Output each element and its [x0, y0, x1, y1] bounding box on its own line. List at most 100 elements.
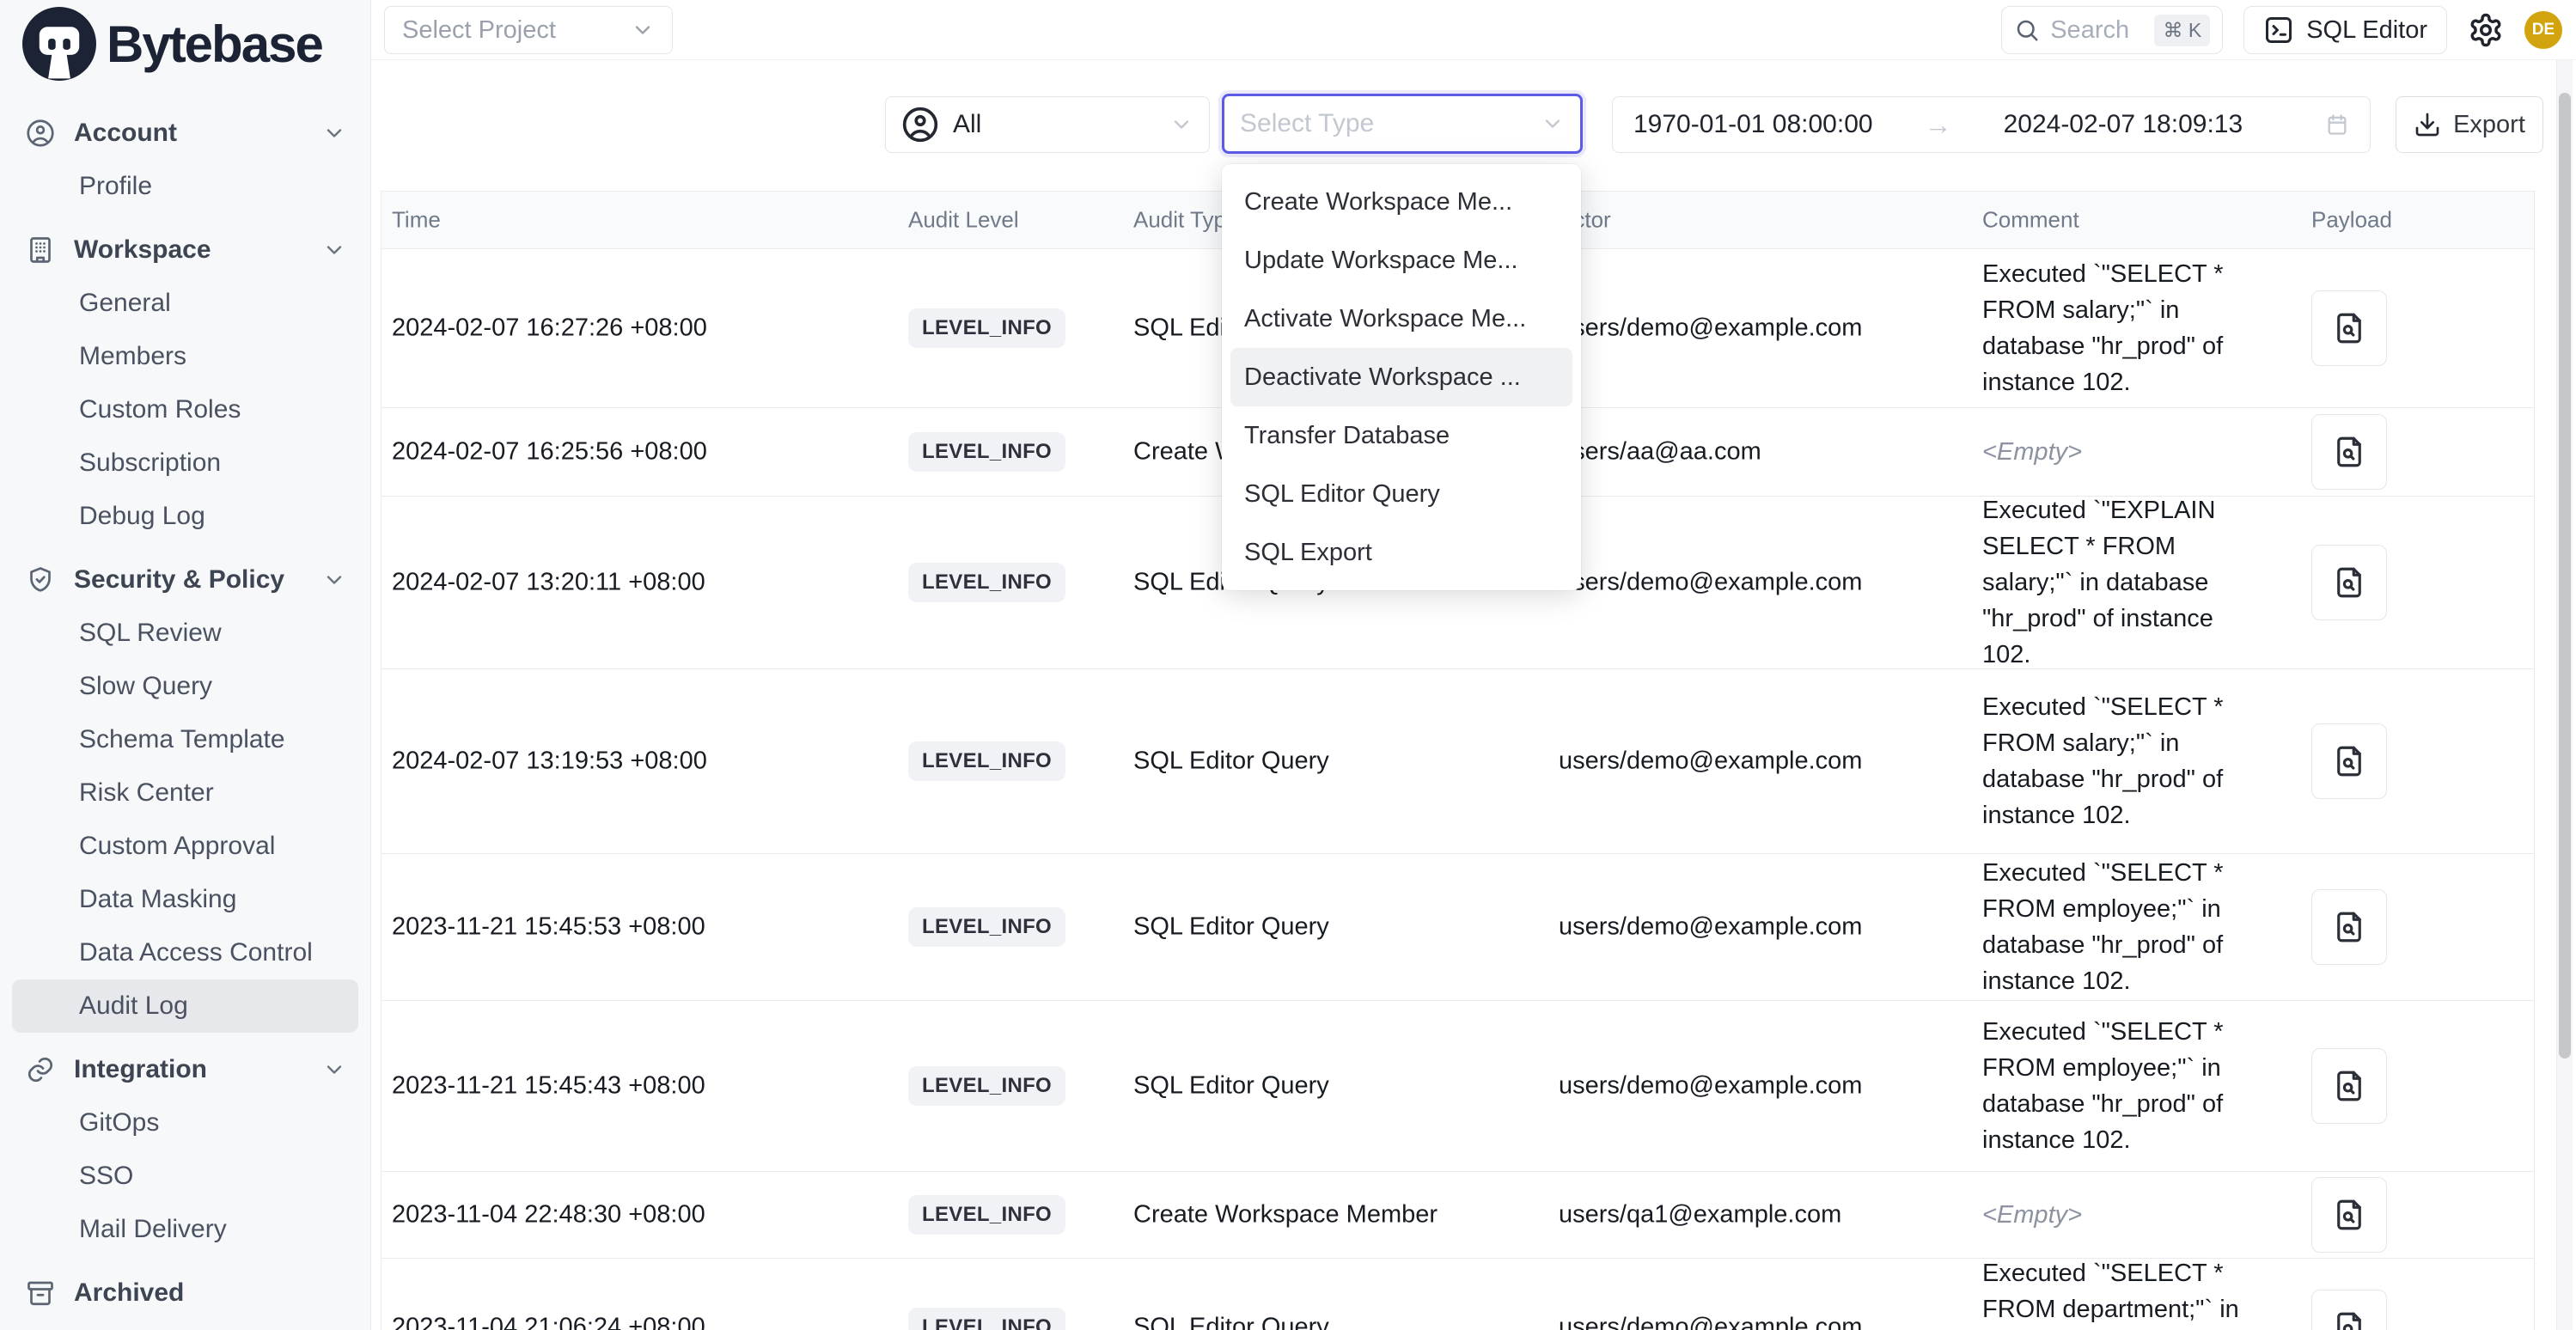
- sidebar-item-data-masking[interactable]: Data Masking: [12, 873, 358, 926]
- sidebar-item-label: Risk Center: [79, 778, 214, 808]
- archive-icon: [24, 1277, 57, 1309]
- row-audit-level: LEVEL_INFO: [908, 1195, 1065, 1235]
- menu-item-create-workspace-me[interactable]: Create Workspace Me...: [1222, 173, 1581, 231]
- row-payload: [2311, 1177, 2387, 1253]
- sidebar-item-workspace[interactable]: Workspace: [12, 223, 358, 277]
- sidebar-item-label: Data Masking: [79, 885, 236, 914]
- row-comment: Executed `"SELECT * FROM employee;"` in …: [1982, 855, 2266, 999]
- actor-filter-dropdown[interactable]: All: [885, 96, 1210, 153]
- chevron-down-icon: [322, 238, 346, 262]
- table-row: 2023-11-04 21:06:24 +08:00 LEVEL_INFO SQ…: [382, 1259, 2534, 1330]
- sidebar-item-integration[interactable]: Integration: [12, 1043, 358, 1096]
- row-comment: <Empty>: [1982, 1197, 2266, 1233]
- menu-item-transfer-database[interactable]: Transfer Database: [1222, 406, 1581, 465]
- bytebase-logo[interactable]: Bytebase: [22, 7, 322, 81]
- row-audit-type: SQL Editor Query: [1133, 1072, 1329, 1101]
- calendar-icon: [2325, 113, 2349, 137]
- row-audit-level: LEVEL_INFO: [908, 741, 1065, 781]
- sql-editor-button[interactable]: SQL Editor: [2243, 6, 2447, 54]
- sidebar-item-security-policy[interactable]: Security & Policy: [12, 553, 358, 607]
- arrow-right-icon: →: [1925, 109, 1952, 141]
- row-audit-level: LEVEL_INFO: [908, 907, 1065, 947]
- sidebar-item-label: SSO: [79, 1162, 133, 1191]
- row-audit-level: LEVEL_INFO: [908, 1066, 1065, 1106]
- sidebar-item-audit-log[interactable]: Audit Log: [12, 979, 358, 1033]
- sidebar-item-sql-review[interactable]: SQL Review: [12, 607, 358, 660]
- payload-view-button[interactable]: [2311, 545, 2387, 620]
- row-comment: Executed `"EXPLAIN SELECT * FROM salary;…: [1982, 492, 2266, 673]
- menu-item-sql-editor-query[interactable]: SQL Editor Query: [1222, 465, 1581, 523]
- row-payload: [2311, 414, 2387, 490]
- sidebar-item-sso[interactable]: SSO: [12, 1150, 358, 1203]
- sidebar-item-debug-log[interactable]: Debug Log: [12, 490, 358, 543]
- table-row: 2023-11-21 15:45:43 +08:00 LEVEL_INFO SQ…: [382, 1001, 2534, 1172]
- payload-view-button[interactable]: [2311, 414, 2387, 490]
- date-range-picker[interactable]: 1970-01-01 08:00:00 → 2024-02-07 18:09:1…: [1612, 96, 2371, 153]
- payload-view-button[interactable]: [2311, 889, 2387, 965]
- payload-view-button[interactable]: [2311, 1290, 2387, 1330]
- sidebar-item-account[interactable]: Account: [12, 107, 358, 160]
- level-badge: LEVEL_INFO: [908, 741, 1065, 781]
- menu-item-update-workspace-me[interactable]: Update Workspace Me...: [1222, 231, 1581, 290]
- row-comment: Executed `"SELECT * FROM employee;"` in …: [1982, 1014, 2266, 1158]
- type-filter-combobox[interactable]: Select Type: [1222, 94, 1583, 154]
- sidebar-item-schema-template[interactable]: Schema Template: [12, 713, 358, 766]
- row-audit-type: Create Workspace Member: [1133, 1201, 1438, 1229]
- sidebar-item-members[interactable]: Members: [12, 330, 358, 383]
- sidebar-item-mail-delivery[interactable]: Mail Delivery: [12, 1203, 358, 1256]
- topbar-actions: Search ⌘ K SQL Editor DE: [2001, 6, 2562, 54]
- building-icon: [24, 234, 57, 266]
- topbar: Select Project Search ⌘ K SQL Editor: [371, 0, 2576, 60]
- sidebar-item-custom-roles[interactable]: Custom Roles: [12, 383, 358, 436]
- search-shortcut-badge: ⌘ K: [2154, 15, 2210, 46]
- chevron-down-icon: [631, 18, 655, 42]
- shield-check-icon: [24, 564, 57, 596]
- sidebar-item-risk-center[interactable]: Risk Center: [12, 766, 358, 820]
- column-header-payload: Payload: [2311, 207, 2392, 234]
- payload-view-button[interactable]: [2311, 1177, 2387, 1253]
- row-time: 2024-02-07 13:20:11 +08:00: [392, 569, 705, 597]
- sidebar-item-subscription[interactable]: Subscription: [12, 436, 358, 490]
- export-button[interactable]: Export: [2396, 96, 2543, 153]
- file-search-icon: [2331, 434, 2367, 470]
- sidebar-item-data-access-control[interactable]: Data Access Control: [12, 926, 358, 979]
- menu-item-sql-export[interactable]: SQL Export: [1222, 523, 1581, 582]
- table-row: 2024-02-07 13:19:53 +08:00 LEVEL_INFO SQ…: [382, 669, 2534, 854]
- payload-view-button[interactable]: [2311, 1048, 2387, 1124]
- file-search-icon: [2331, 743, 2367, 779]
- row-actor: users/aa@aa.com: [1559, 438, 1761, 467]
- row-payload: [2311, 1290, 2387, 1330]
- search-placeholder: Search: [2050, 16, 2144, 45]
- row-comment: <Empty>: [1982, 434, 2266, 470]
- row-time: 2023-11-21 15:45:43 +08:00: [392, 1072, 705, 1101]
- row-payload: [2311, 1048, 2387, 1124]
- menu-item-deactivate-workspace[interactable]: Deactivate Workspace ...: [1230, 348, 1572, 406]
- payload-view-button[interactable]: [2311, 290, 2387, 366]
- terminal-icon: [2263, 15, 2294, 46]
- level-badge: LEVEL_INFO: [908, 308, 1065, 348]
- sidebar-item-label: General: [79, 289, 171, 318]
- sidebar-item-gitops[interactable]: GitOps: [12, 1096, 358, 1150]
- sidebar-item-label: Schema Template: [79, 725, 285, 754]
- sidebar-item-label: Slow Query: [79, 672, 212, 701]
- sidebar-item-general[interactable]: General: [12, 277, 358, 330]
- payload-view-button[interactable]: [2311, 723, 2387, 799]
- scrollbar-thumb[interactable]: [2559, 93, 2571, 1059]
- row-payload: [2311, 545, 2387, 620]
- sidebar-item-label: Data Access Control: [79, 938, 313, 967]
- avatar[interactable]: DE: [2524, 11, 2562, 49]
- sidebar-item-label: Subscription: [79, 448, 221, 478]
- gear-icon[interactable]: [2468, 12, 2504, 48]
- sidebar-item-profile[interactable]: Profile: [12, 160, 358, 213]
- user-circle-icon: [24, 117, 57, 149]
- project-select-label: Select Project: [402, 16, 556, 45]
- sidebar-item-archived[interactable]: Archived: [12, 1266, 358, 1320]
- menu-item-activate-workspace-me[interactable]: Activate Workspace Me...: [1222, 290, 1581, 348]
- sidebar-item-slow-query[interactable]: Slow Query: [12, 660, 358, 713]
- chevron-down-icon: [322, 568, 346, 592]
- sidebar-item-custom-approval[interactable]: Custom Approval: [12, 820, 358, 873]
- search-input[interactable]: Search ⌘ K: [2001, 6, 2223, 54]
- row-actor: users/demo@example.com: [1559, 747, 1862, 776]
- project-select-dropdown[interactable]: Select Project: [384, 6, 673, 54]
- row-audit-type: SQL Editor Query: [1133, 1314, 1329, 1330]
